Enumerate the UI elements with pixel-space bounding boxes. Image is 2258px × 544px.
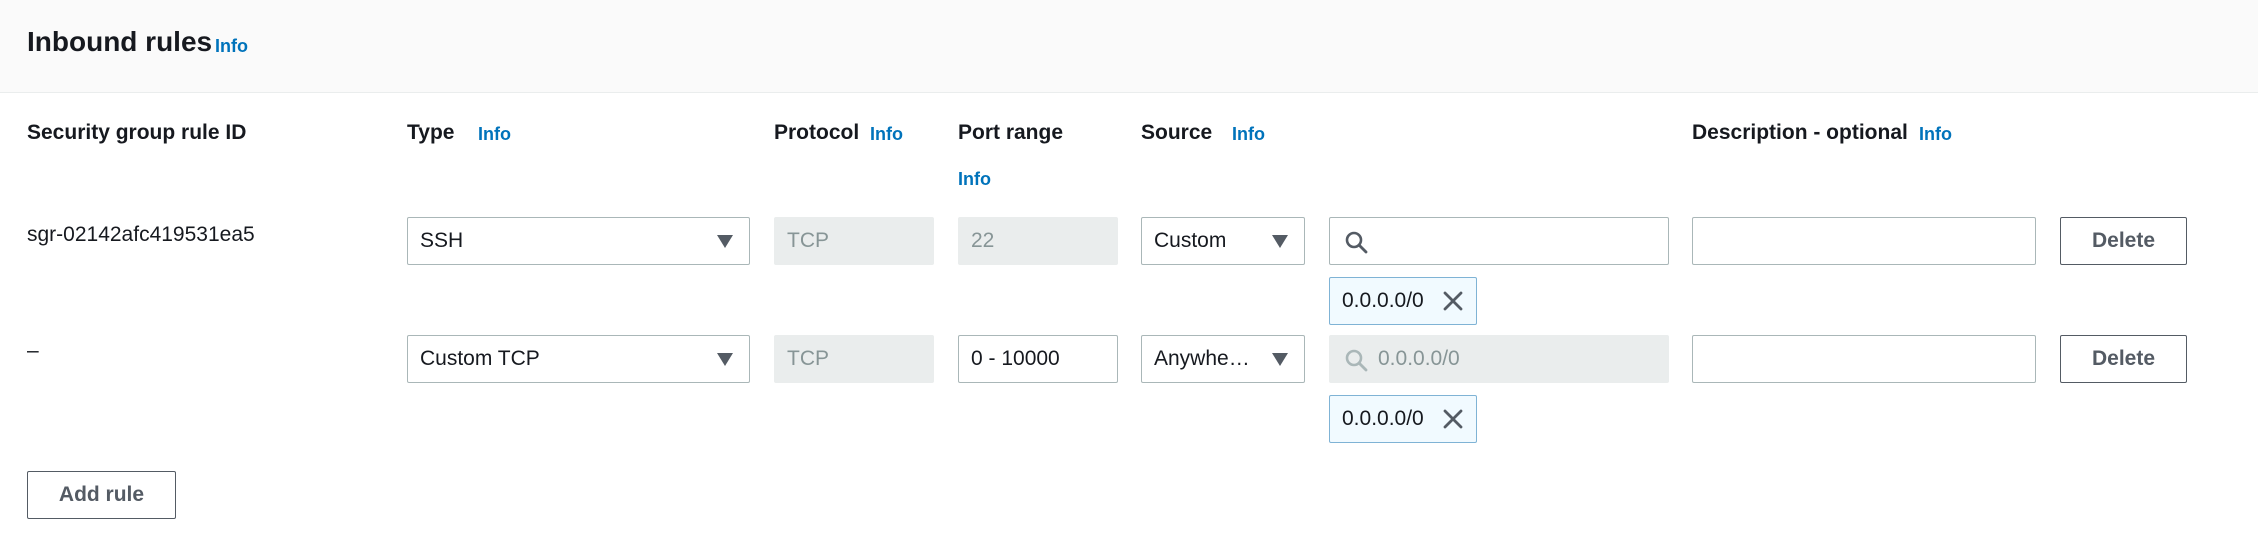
type-select-value: SSH <box>420 229 464 252</box>
add-rule-button[interactable]: Add rule <box>27 471 176 519</box>
type-select[interactable]: SSH <box>407 217 750 265</box>
col-header-description: Description - optional <box>1692 121 1908 144</box>
port-range-field: 22 <box>958 217 1118 265</box>
source-type-value: Anywhe… <box>1154 347 1250 370</box>
rule-id: sgr-02142afc419531ea5 <box>27 223 255 246</box>
source-info-link[interactable]: Info <box>1232 124 1265 145</box>
source-token: 0.0.0.0/0 <box>1329 277 1477 325</box>
port-range-value: 22 <box>971 229 995 252</box>
col-header-type: Type <box>407 121 455 144</box>
type-select[interactable]: Custom TCP <box>407 335 750 383</box>
port-range-value: 0 - 10000 <box>971 347 1060 370</box>
delete-button[interactable]: Delete <box>2060 217 2187 265</box>
section-info-link[interactable]: Info <box>215 36 248 57</box>
close-icon[interactable] <box>1442 290 1464 312</box>
col-header-port-range: Port range <box>958 121 1064 144</box>
caret-down-icon <box>717 235 733 248</box>
source-type-value: Custom <box>1154 229 1227 252</box>
protocol-value: TCP <box>787 347 829 370</box>
protocol-field: TCP <box>774 217 934 265</box>
port-range-info-link[interactable]: Info <box>958 169 991 190</box>
protocol-info-link[interactable]: Info <box>870 124 903 145</box>
source-token-label: 0.0.0.0/0 <box>1342 407 1424 430</box>
section-title: Inbound rules <box>27 26 213 57</box>
source-search-placeholder: 0.0.0.0/0 <box>1378 347 1460 370</box>
source-search-input: 0.0.0.0/0 <box>1329 335 1669 383</box>
col-header-source: Source <box>1141 121 1213 144</box>
col-header-protocol: Protocol <box>774 121 860 144</box>
description-input[interactable] <box>1692 335 2036 383</box>
source-search-input[interactable] <box>1329 217 1669 265</box>
search-icon <box>1345 231 1368 254</box>
port-range-input[interactable]: 0 - 10000 <box>958 335 1118 383</box>
delete-button[interactable]: Delete <box>2060 335 2187 383</box>
source-token: 0.0.0.0/0 <box>1329 395 1477 443</box>
source-token-label: 0.0.0.0/0 <box>1342 289 1424 312</box>
col-header-rule-id: Security group rule ID <box>27 121 247 144</box>
source-type-select[interactable]: Anywhe… <box>1141 335 1305 383</box>
protocol-value: TCP <box>787 229 829 252</box>
rule-id: – <box>27 339 39 362</box>
close-icon[interactable] <box>1442 408 1464 430</box>
type-info-link[interactable]: Info <box>478 124 511 145</box>
caret-down-icon <box>717 353 733 366</box>
source-type-select[interactable]: Custom <box>1141 217 1305 265</box>
search-icon <box>1345 349 1368 372</box>
protocol-field: TCP <box>774 335 934 383</box>
description-input[interactable] <box>1692 217 2036 265</box>
type-select-value: Custom TCP <box>420 347 540 370</box>
caret-down-icon <box>1272 353 1288 366</box>
section-header: Inbound rules Info <box>0 0 2258 93</box>
description-info-link[interactable]: Info <box>1919 124 1952 145</box>
caret-down-icon <box>1272 235 1288 248</box>
